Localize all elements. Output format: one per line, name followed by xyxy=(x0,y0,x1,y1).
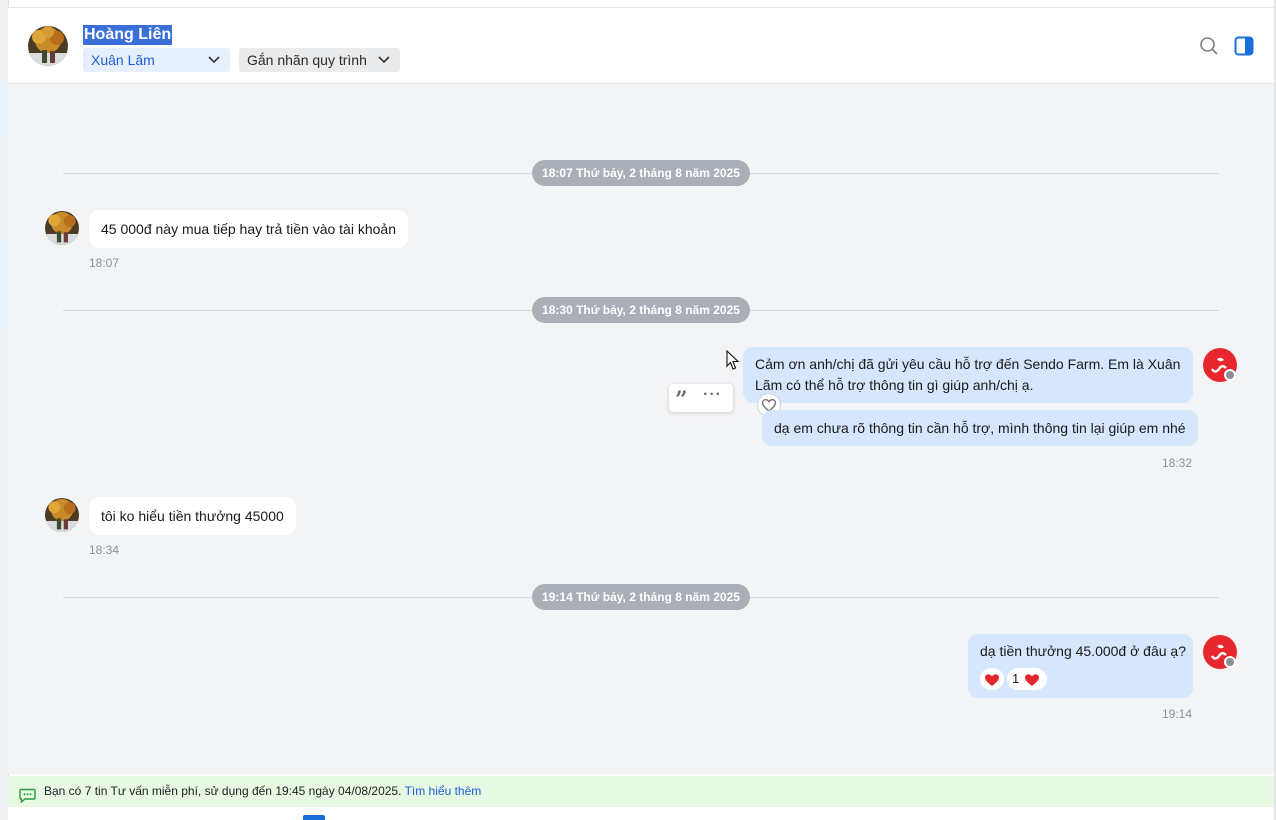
composer-tool-icon[interactable] xyxy=(303,815,325,820)
message-time: 18:07 xyxy=(89,256,120,270)
learn-more-link[interactable]: Tìm hiểu thêm xyxy=(405,784,482,798)
banner-text: Bạn có 7 tin Tư vấn miễn phí, sử dụng đế… xyxy=(44,784,402,798)
panel-toggle-icon[interactable] xyxy=(1234,36,1254,56)
message-bubble-incoming[interactable]: tôi ko hiểu tiền thưởng 45000 xyxy=(89,497,296,535)
message-time: 19:14 xyxy=(1162,707,1193,721)
reaction-picker[interactable] xyxy=(980,668,1004,690)
message-list[interactable]: 18:07 Thứ bảy, 2 tháng 8 năm 2025 45 000… xyxy=(8,84,1274,774)
message-text: dạ tiền thưởng 45.000đ ở đâu ạ? xyxy=(980,643,1187,659)
reaction-count: 1 xyxy=(1012,671,1020,686)
free-message-banner: Bạn có 7 tin Tư vấn miễn phí, sử dụng đế… xyxy=(8,776,1274,807)
heart-icon xyxy=(1020,668,1044,695)
message-time: 18:34 xyxy=(89,543,120,557)
reaction-count-badge[interactable]: 1 xyxy=(1007,668,1047,690)
message-bubble-incoming[interactable]: 45 000đ này mua tiếp hay trả tiền vào tà… xyxy=(89,210,408,248)
left-panel-highlight xyxy=(0,84,8,140)
message-actions: ” ··· xyxy=(669,384,733,412)
assignee-label: Xuân Lãm xyxy=(91,52,155,68)
message-bubble-outgoing[interactable]: dạ em chưa rõ thông tin cần hỗ trợ, mình… xyxy=(762,410,1198,446)
chat-header: Hoàng Liên Xuân Lãm Gắn nhãn quy trình xyxy=(8,8,1274,84)
date-separator: 18:07 Thứ bảy, 2 tháng 8 năm 2025 xyxy=(532,160,750,186)
left-panel-highlight xyxy=(0,236,8,332)
assignee-dropdown[interactable]: Xuân Lãm xyxy=(83,48,230,72)
date-separator: 19:14 Thứ bảy, 2 tháng 8 năm 2025 xyxy=(532,584,750,610)
process-tag-dropdown[interactable]: Gắn nhãn quy trình xyxy=(239,48,400,72)
search-icon[interactable] xyxy=(1199,36,1219,56)
message-bubble-outgoing[interactable]: Cảm ơn anh/chị đã gửi yêu cầu hỗ trợ đến… xyxy=(743,347,1193,403)
contact-avatar[interactable] xyxy=(45,211,79,245)
shop-avatar[interactable] xyxy=(1203,635,1237,669)
composer-area xyxy=(8,807,1274,820)
contact-name[interactable]: Hoàng Liên xyxy=(83,25,173,45)
shop-avatar[interactable] xyxy=(1203,348,1237,382)
mouse-cursor-icon xyxy=(726,349,740,377)
chevron-down-icon xyxy=(378,48,390,80)
more-icon[interactable]: ··· xyxy=(703,386,722,404)
contact-avatar[interactable] xyxy=(45,498,79,532)
date-separator: 18:30 Thứ bảy, 2 tháng 8 năm 2025 xyxy=(532,297,750,323)
process-tag-label: Gắn nhãn quy trình xyxy=(247,52,367,68)
message-time: 18:32 xyxy=(1162,456,1193,470)
chevron-down-icon xyxy=(208,48,220,80)
contact-avatar[interactable] xyxy=(28,26,68,66)
quote-icon[interactable]: ” xyxy=(675,389,688,411)
